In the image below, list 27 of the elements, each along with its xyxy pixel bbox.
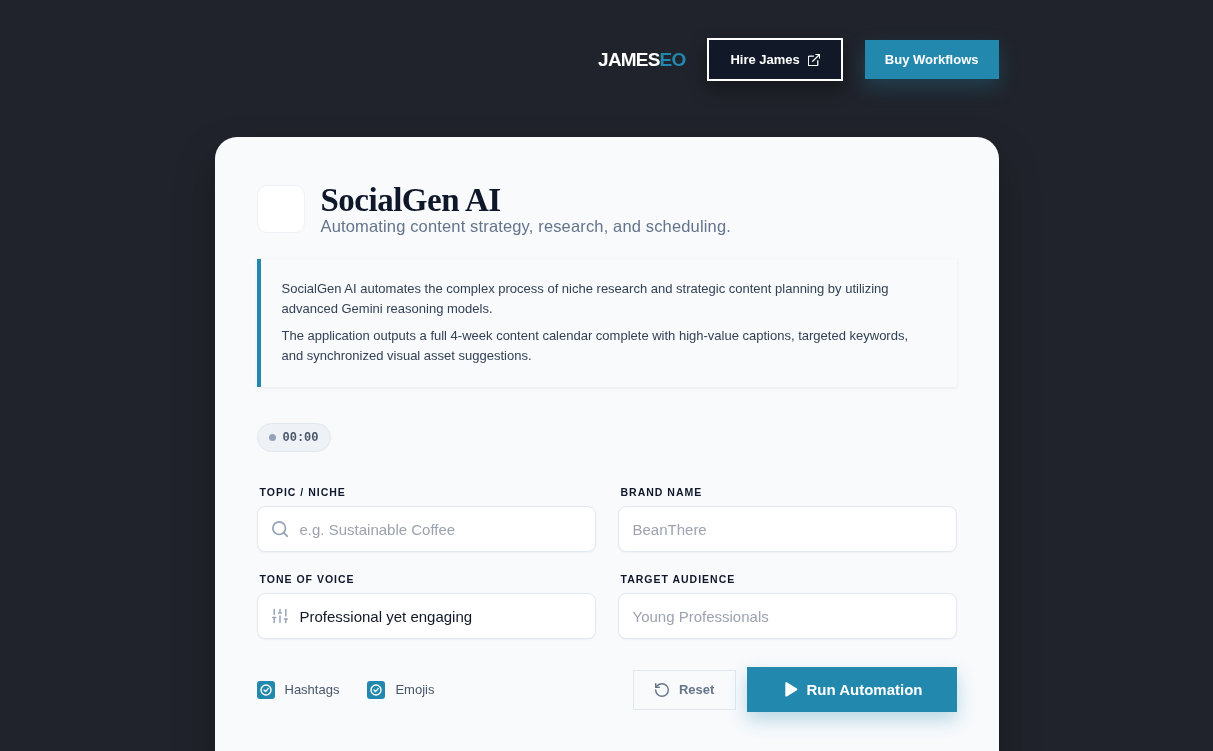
field-label: TARGET AUDIENCE [619, 573, 737, 586]
external-link-icon [807, 53, 820, 66]
description-text: SocialGen AI automates the complex process of niche research and strategic content planning by utilizing advanced Gemini reasoning models. [281, 280, 890, 318]
field-label: BRAND NAME [619, 486, 704, 499]
hire-button[interactable]: Hire James [707, 38, 843, 81]
run-automation-button[interactable]: Run Automation [747, 667, 957, 712]
input-field[interactable]: BeanThere [617, 506, 957, 552]
logo-text: JAMESEO [598, 48, 686, 71]
rotate-left-icon [655, 682, 669, 697]
input-field[interactable]: Young Professionals [617, 593, 957, 639]
input-field[interactable]: e.g. Sustainable Coffee [256, 506, 596, 552]
checkbox-label: Hashtags [284, 682, 340, 697]
play-icon [784, 681, 799, 698]
field-label: TONE OF VOICE [258, 573, 356, 586]
sliders-icon [271, 608, 288, 624]
field-label: TOPIC / NICHE [258, 486, 347, 499]
reset-button[interactable]: Reset [633, 669, 737, 710]
app-subtitle: Automating content strategy, research, and scheduling. [320, 216, 731, 236]
checkbox[interactable] [367, 680, 386, 699]
checkbox-label: Emojis [395, 682, 435, 697]
input-field[interactable]: Professional yet engaging [256, 593, 596, 639]
timer-text: 00:00 [282, 430, 319, 445]
buy-button[interactable]: Buy Workflows [864, 40, 999, 79]
search-icon [271, 521, 288, 537]
app-title: SocialGen AI [320, 181, 502, 219]
checkbox[interactable] [256, 680, 275, 699]
description-text: The application outputs a full 4-week content calendar complete with high-value captions, targeted keywords, and synchronized visual asset suggestions. [281, 327, 910, 365]
